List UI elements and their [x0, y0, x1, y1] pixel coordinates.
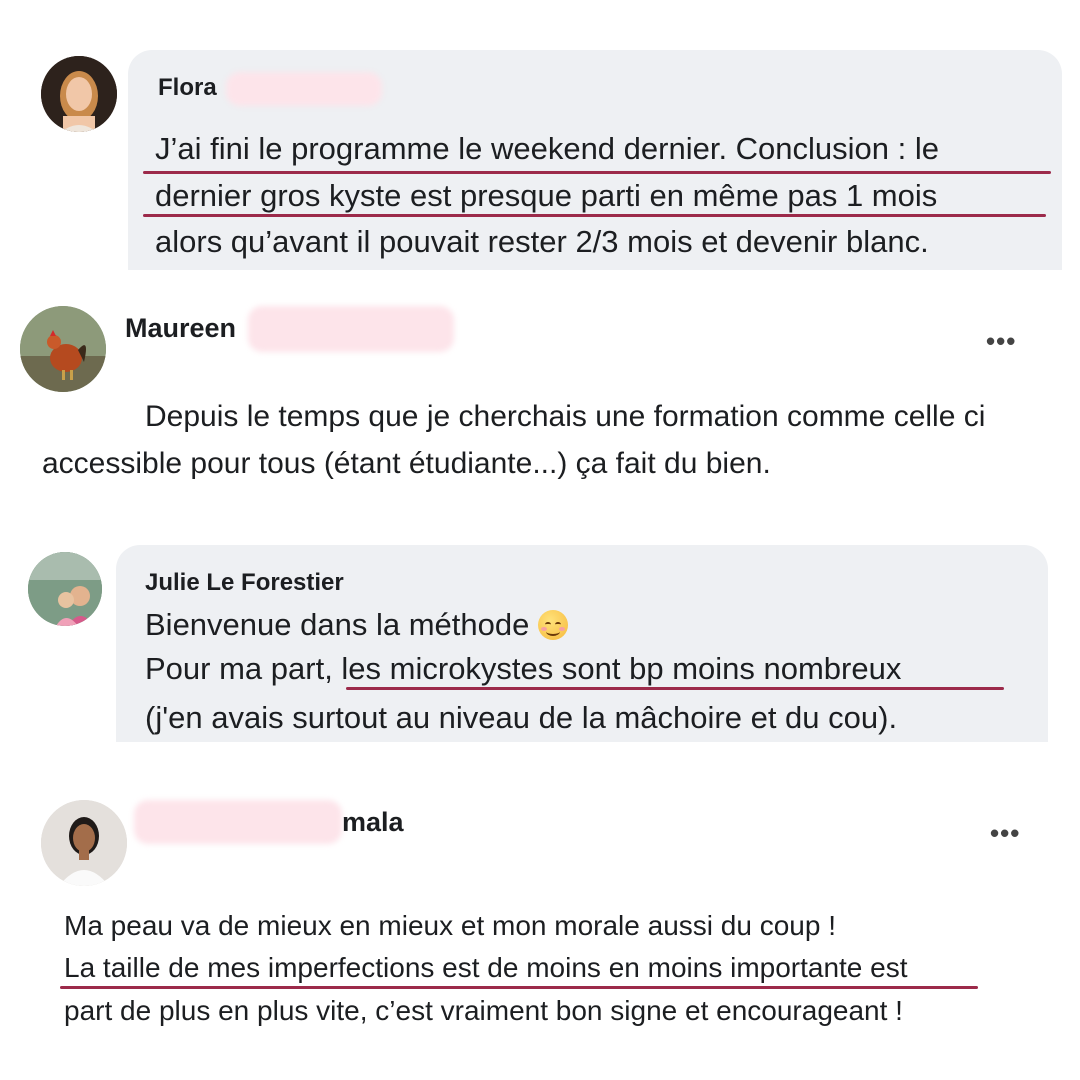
smiling-face-icon: [537, 610, 568, 640]
highlight-underline: [143, 171, 1051, 174]
avatar-maureen[interactable]: [20, 306, 106, 392]
redacted-first-name: [134, 800, 342, 844]
highlight-underline: [60, 986, 978, 989]
author-name[interactable]: Maureen: [125, 313, 236, 344]
comment-line-2: accessible pour tous (étant étudiante...…: [42, 447, 771, 480]
author-name[interactable]: mala: [342, 807, 404, 838]
highlight-underline: [346, 687, 1004, 690]
avatar-mala[interactable]: [41, 800, 127, 886]
more-options-icon[interactable]: •••: [986, 326, 1016, 357]
comment-line-3: (j'en avais surtout au niveau de la mâch…: [145, 700, 898, 735]
redacted-surname: [226, 72, 382, 106]
comment-line-3: part de plus en plus vite, c’est vraimen…: [64, 995, 903, 1026]
avatar-flora[interactable]: [41, 56, 117, 132]
author-name[interactable]: Flora: [158, 74, 217, 102]
highlight-underline: [143, 214, 1046, 217]
comment-line-2: dernier gros kyste est presque parti en …: [155, 178, 938, 213]
redacted-surname: [248, 306, 454, 352]
comment-line-1: Bienvenue dans la méthode: [145, 607, 568, 643]
comment-line-2: La taille de mes imperfections est de mo…: [64, 952, 908, 983]
comment-line-3: alors qu’avant il pouvait rester 2/3 moi…: [155, 224, 929, 259]
more-options-icon[interactable]: •••: [990, 818, 1020, 849]
comment-line-1: Ma peau va de mieux en mieux et mon mora…: [64, 910, 836, 941]
author-name[interactable]: Julie Le Forestier: [145, 569, 344, 597]
comment-line-2: Pour ma part, les microkystes sont bp mo…: [145, 651, 902, 686]
comment-line-1: J’ai fini le programme le weekend dernie…: [155, 131, 940, 166]
avatar-julie[interactable]: [28, 552, 102, 626]
comment-line-1: Depuis le temps que je cherchais une for…: [145, 400, 986, 433]
comment-text: Bienvenue dans la méthode: [145, 607, 530, 642]
